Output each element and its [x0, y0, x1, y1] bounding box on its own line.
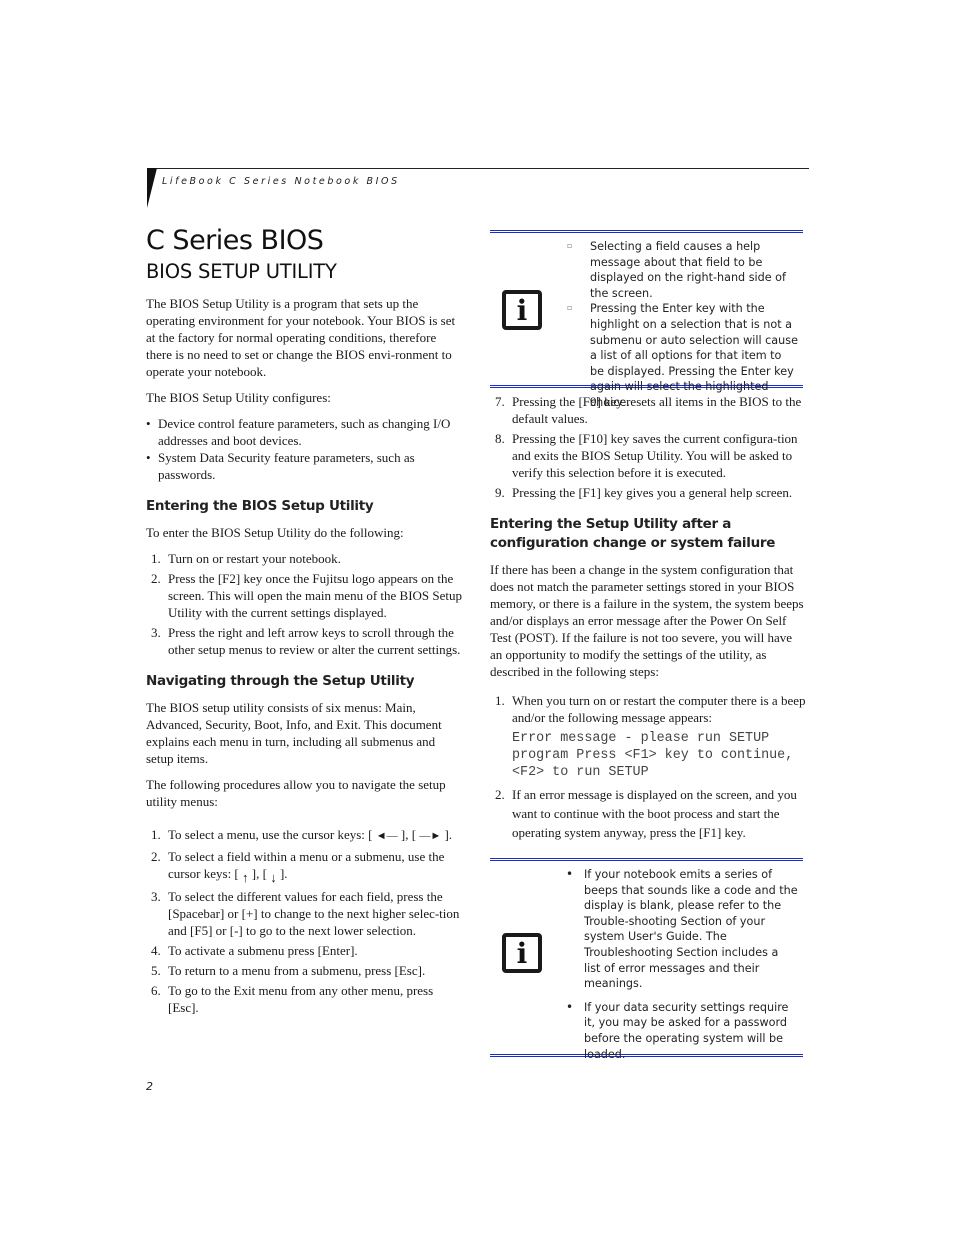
- failure-paragraph: If there has been a change in the system…: [490, 562, 804, 679]
- intro-paragraph: The BIOS Setup Utility is a program that…: [146, 296, 456, 379]
- step-text: ].: [276, 865, 288, 881]
- info-icon: i: [502, 290, 542, 330]
- entering-intro: To enter the BIOS Setup Utility do the f…: [146, 525, 404, 540]
- list-item: 3. Press the right and left arrow keys to…: [146, 624, 464, 658]
- list-item: 1. When you turn on or restart the comput…: [490, 692, 806, 781]
- step-text: Pressing the [F1] key gives you a genera…: [512, 485, 793, 500]
- right-arrow-icon: —►: [419, 829, 442, 842]
- step-number: 1.: [151, 827, 161, 842]
- step-number: 4.: [151, 942, 161, 958]
- error-message: Error message - please run SETUP program…: [512, 731, 794, 780]
- right-column: i Selecting a field causes a help messag…: [490, 230, 806, 1061]
- note-item: If your data security settings require i…: [566, 1000, 798, 1062]
- note-item: Selecting a field causes a help message …: [567, 238, 798, 301]
- step-text: To return to a menu from a submenu, pres…: [168, 962, 426, 978]
- failure-steps: 1. When you turn on or restart the comput…: [490, 692, 806, 842]
- page-title: C Series BIOS: [146, 225, 324, 256]
- note-list: If your notebook emits a series of beeps…: [566, 867, 798, 1070]
- list-item: System Data Security feature parameters,…: [146, 449, 464, 483]
- configures-paragraph: The BIOS Setup Utility configures:: [146, 390, 331, 405]
- info-note: i If your notebook emits a series of bee…: [490, 858, 803, 1061]
- step-text: Turn on or restart your notebook.: [168, 551, 341, 566]
- step-text: Pressing the [F9] key resets all items i…: [512, 394, 802, 426]
- left-arrow-icon: ◄—: [375, 829, 398, 842]
- list-item: 8. Pressing the [F10] key saves the curre…: [490, 430, 806, 481]
- list-item: 2. If an error message is displayed on th…: [490, 785, 806, 842]
- step-text: ], [: [248, 865, 271, 881]
- failure-heading: Entering the Setup Utility after a confi…: [490, 516, 776, 551]
- procedures-paragraph: The following procedures allow you to na…: [146, 777, 446, 809]
- step-number: 7.: [495, 394, 505, 409]
- info-icon-glyph: i: [516, 937, 528, 970]
- list-item: Device control feature parameters, such …: [146, 415, 464, 449]
- step-text: To activate a submenu press [Enter].: [168, 942, 358, 958]
- step-number: 5.: [151, 962, 161, 978]
- step-text: To select a menu, use the cursor keys: [: [168, 827, 376, 842]
- list-item: 3. To select the different values for eac…: [146, 888, 464, 939]
- list-item: 6. To go to the Exit menu from any other …: [146, 982, 464, 1016]
- header-corner-mark: [147, 168, 157, 208]
- section-title: BIOS SETUP UTILITY: [146, 260, 337, 283]
- step-number: 2.: [151, 571, 161, 586]
- navigating-steps-continued: 7. Pressing the [F9] key resets all items…: [490, 393, 806, 501]
- list-item: 7. Pressing the [F9] key resets all items…: [490, 393, 806, 427]
- step-number: 6.: [151, 982, 161, 998]
- step-text: Press the [F2] key once the Fujitsu logo…: [168, 571, 463, 620]
- page-number: 2: [146, 1080, 153, 1093]
- step-text: Pressing the [F10] key saves the current…: [512, 431, 798, 480]
- down-arrow-icon: ↓: [270, 869, 277, 885]
- info-note: i Selecting a field causes a help messag…: [490, 230, 803, 409]
- step-number: 2.: [495, 787, 505, 802]
- step-text: To select a field within a menu or a sub…: [168, 848, 445, 881]
- navigating-steps: 1. To select a menu, use the cursor keys:…: [146, 826, 464, 1016]
- running-head: LifeBook C Series Notebook BIOS: [162, 176, 400, 187]
- step-number: 1.: [495, 693, 505, 708]
- navigating-paragraph: The BIOS setup utility consists of six m…: [146, 700, 442, 766]
- list-item: 2. To select a field within a menu or a s…: [146, 848, 464, 885]
- step-number: 3.: [151, 625, 161, 640]
- header-rule: [148, 168, 809, 169]
- step-text: If an error message is displayed on the …: [512, 787, 797, 840]
- navigating-heading: Navigating through the Setup Utility: [146, 673, 415, 689]
- info-icon: i: [502, 933, 542, 973]
- list-item: 5. To return to a menu from a submenu, pr…: [146, 962, 464, 979]
- step-text: To go to the Exit menu from any other me…: [168, 982, 434, 1015]
- list-item: 2. Press the [F2] key once the Fujitsu lo…: [146, 570, 464, 621]
- step-number: 3.: [151, 888, 161, 904]
- entering-heading: Entering the BIOS Setup Utility: [146, 498, 374, 514]
- note-list: Selecting a field causes a help message …: [567, 238, 798, 411]
- step-number: 8.: [495, 431, 505, 446]
- note-item: If your notebook emits a series of beeps…: [566, 867, 798, 992]
- step-number: 9.: [495, 485, 505, 500]
- step-text: Press the right and left arrow keys to s…: [168, 625, 461, 657]
- list-item: 1. Turn on or restart your notebook.: [146, 550, 464, 567]
- list-item: 9. Pressing the [F1] key gives you a gene…: [490, 484, 806, 501]
- list-item: 1. To select a menu, use the cursor keys:…: [146, 826, 464, 845]
- up-arrow-icon: ↑: [242, 869, 249, 885]
- step-text: ], [: [397, 827, 420, 842]
- info-icon-glyph: i: [516, 294, 528, 327]
- step-text: ].: [441, 827, 453, 842]
- left-column: C Series BIOS BIOS SETUP UTILITY The BIO…: [146, 225, 464, 1024]
- step-text: To select the different values for each …: [168, 888, 460, 938]
- step-number: 2.: [151, 848, 161, 864]
- step-text: When you turn on or restart the computer…: [512, 693, 806, 725]
- step-number: 1.: [151, 551, 161, 566]
- entering-steps: 1. Turn on or restart your notebook. 2. Pr…: [146, 550, 464, 658]
- configures-list: Device control feature parameters, such …: [146, 415, 464, 483]
- list-item: 4. To activate a submenu press [Enter].: [146, 942, 464, 959]
